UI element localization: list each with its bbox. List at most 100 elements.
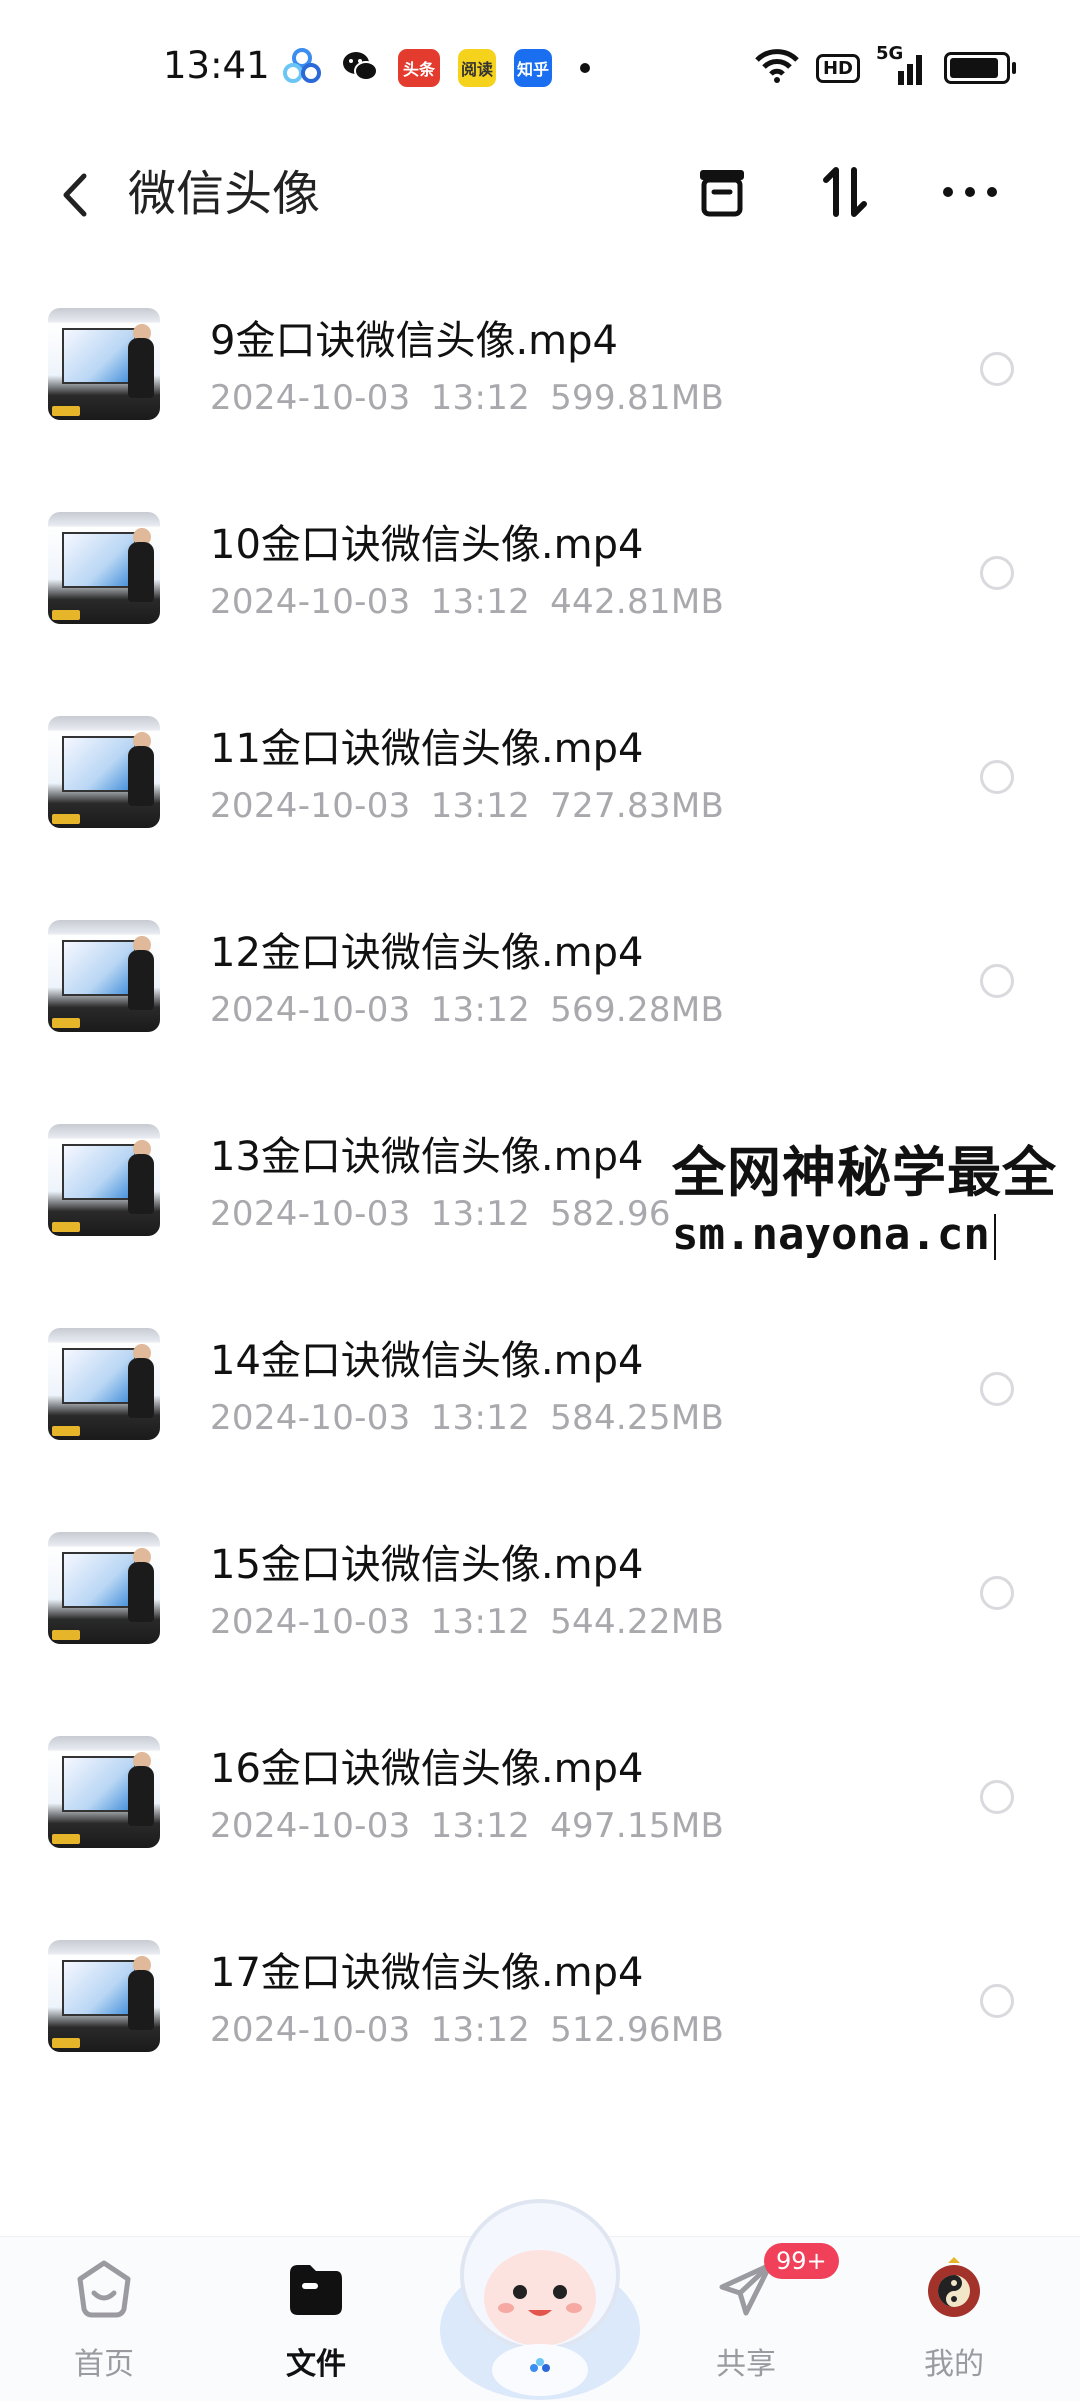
file-time: 13:12 [430,1602,531,1642]
nav-mine-label: 我的 [924,2347,984,2382]
hd-indicator: HD [815,53,860,83]
select-radio[interactable] [980,1984,1014,2018]
file-meta: 2024-10-03 13:12 727.83MB [210,786,744,826]
video-thumbnail [48,512,160,624]
video-thumbnail [48,716,160,828]
app-header: 微信头像 [0,140,1080,260]
file-time: 13:12 [430,2010,531,2050]
file-meta: 2024-10-03 13:12 497.15MB [210,1806,744,1846]
file-meta: 2024-10-03 13:12 584.25MB [210,1398,744,1438]
file-name: 14金口诀微信头像.mp4 [210,1338,644,1384]
more-button[interactable] [930,152,1010,232]
file-row[interactable]: 10金口诀微信头像.mp4 2024-10-03 13:12 442.81MB [0,474,1080,678]
app-cloud-icon [282,46,322,90]
file-name: 16金口诀微信头像.mp4 [210,1746,644,1792]
file-size: 512.96MB [550,2010,725,2050]
status-time: 13:41 [163,44,270,87]
file-date: 2024-10-03 [210,1398,411,1438]
file-name: 12金口诀微信头像.mp4 [210,930,644,976]
video-thumbnail [48,308,160,420]
file-size: 497.15MB [550,1806,725,1846]
nav-files-label: 文件 [286,2347,346,2382]
wechat-icon [340,46,380,90]
file-name: 10金口诀微信头像.mp4 [210,522,644,568]
select-radio[interactable] [980,1780,1014,1814]
nav-home-label: 首页 [74,2347,134,2382]
notification-dot [580,63,590,73]
mascot-icon [440,2199,640,2400]
file-row[interactable]: 11金口诀微信头像.mp4 2024-10-03 13:12 727.83MB [0,678,1080,882]
file-size: 442.81MB [550,582,725,622]
file-row[interactable]: 14金口诀微信头像.mp4 2024-10-03 13:12 584.25MB [0,1290,1080,1494]
file-row[interactable]: 9金口诀微信头像.mp4 2024-10-03 13:12 599.81MB [0,270,1080,474]
archive-button[interactable] [682,152,762,232]
file-row[interactable]: 16金口诀微信头像.mp4 2024-10-03 13:12 497.15MB [0,1698,1080,1902]
select-radio[interactable] [980,352,1014,386]
select-radio[interactable] [980,760,1014,794]
select-radio[interactable] [980,1576,1014,1610]
share-badge: 99+ [764,2243,839,2279]
nav-mine[interactable]: 我的 [884,2257,1024,2397]
file-date: 2024-10-03 [210,582,411,622]
avatar [928,2257,980,2317]
sort-icon [823,167,867,217]
folder-icon [290,2265,342,2315]
file-time: 13:12 [430,378,531,418]
file-meta: 2024-10-03 13:12 569.28MB [210,990,744,1030]
back-button[interactable] [50,160,110,230]
file-row[interactable]: 17金口诀微信头像.mp4 2024-10-03 13:12 512.96MB [0,1902,1080,2106]
file-date: 2024-10-03 [210,786,411,826]
file-time: 13:12 [430,786,531,826]
file-date: 2024-10-03 [210,1806,411,1846]
nav-share-label: 共享 [716,2347,776,2382]
archive-icon [700,170,744,217]
file-time: 13:12 [430,1194,531,1234]
file-time: 13:12 [430,1806,531,1846]
page-title: 微信头像 [128,166,321,222]
file-meta: 2024-10-03 13:12 512.96MB [210,2010,744,2050]
nav-home[interactable]: 首页 [34,2257,174,2397]
zhihu-icon: 知乎 [514,49,552,87]
file-size: 544.22MB [550,1602,725,1642]
nav-files[interactable]: 文件 [246,2257,386,2397]
file-size: 584.25MB [550,1398,725,1438]
status-system-icons: HD 5G [754,43,1016,88]
file-date: 2024-10-03 [210,378,411,418]
file-time: 13:12 [430,990,531,1030]
file-meta: 2024-10-03 13:12 599.81MB [210,378,744,418]
sort-button[interactable] [806,152,886,232]
assistant-mascot-button[interactable] [430,2180,650,2400]
select-radio[interactable] [980,1372,1014,1406]
file-name: 13金口诀微信头像.mp4 [210,1134,644,1180]
file-date: 2024-10-03 [210,990,411,1030]
video-thumbnail [48,1532,160,1644]
file-name: 17金口诀微信头像.mp4 [210,1950,644,1996]
status-app-icons: 头条 阅读 知乎 [282,46,590,90]
file-size: 569.28MB [550,990,725,1030]
select-radio[interactable] [980,556,1014,590]
select-radio[interactable] [980,964,1014,998]
watermark-line1: 全网神秘学最全 [672,1141,1057,1204]
watermark-url: sm.nayona.cn [672,1209,990,1260]
nav-share[interactable]: 99+ 共享 [676,2243,839,2397]
video-thumbnail [48,1124,160,1236]
file-size: 599.81MB [550,378,725,418]
signal-icon: 5G [876,43,928,87]
wifi-icon [754,48,800,88]
file-size: 727.83MB [550,786,725,826]
file-date: 2024-10-03 [210,1194,411,1234]
status-bar: 13:41 头条 阅读 知乎 HD 5G [0,0,1080,140]
file-row[interactable]: 15金口诀微信头像.mp4 2024-10-03 13:12 544.22MB [0,1494,1080,1698]
watermark-line2: sm.nayona.cn [672,1209,1080,1260]
file-time: 13:12 [430,1398,531,1438]
file-name: 9金口诀微信头像.mp4 [210,318,618,364]
news-icon: 阅读 [458,49,496,87]
battery-icon [944,52,1016,84]
chevron-left-icon [63,173,87,217]
file-date: 2024-10-03 [210,2010,411,2050]
more-icon [943,187,997,197]
watermark-overlay: 全网神秘学最全 sm.nayona.cn [672,1128,1080,1260]
file-row[interactable]: 12金口诀微信头像.mp4 2024-10-03 13:12 569.28MB [0,882,1080,1086]
home-icon [77,2260,131,2318]
file-meta: 2024-10-03 13:12 442.81MB [210,582,744,622]
